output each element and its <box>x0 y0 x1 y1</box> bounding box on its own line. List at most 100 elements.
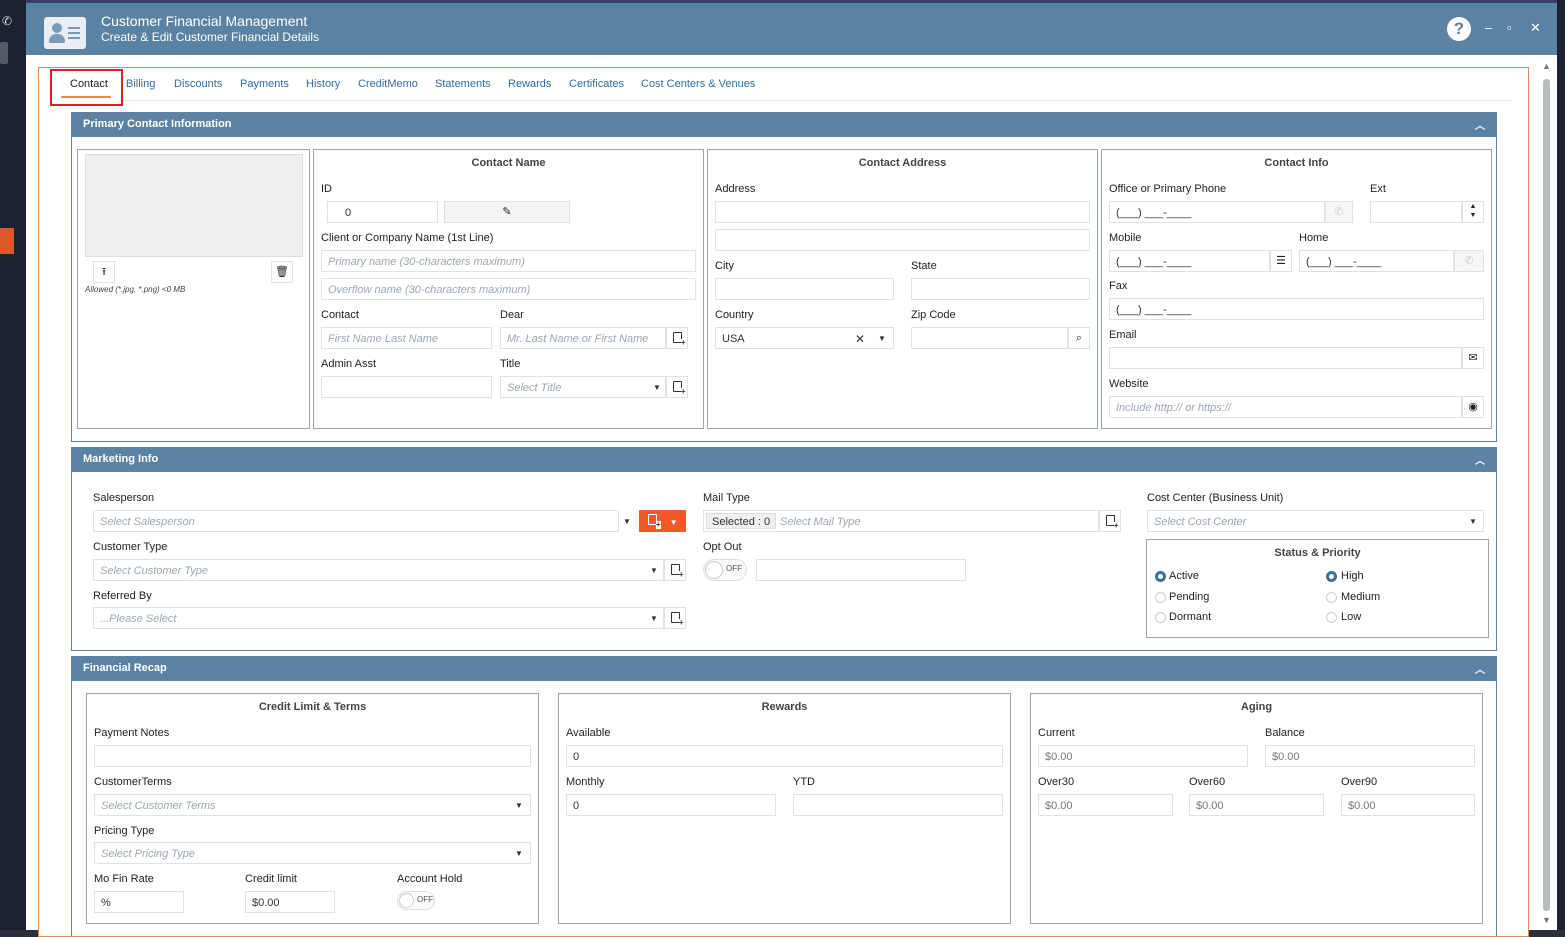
photo-placeholder[interactable] <box>85 154 303 257</box>
customer-terms-select[interactable]: Select Customer Terms <box>94 794 531 816</box>
tab-history[interactable]: History <box>306 78 340 90</box>
tab-certificates[interactable]: Certificates <box>569 78 624 90</box>
home-input[interactable]: (___) ___-____ <box>1299 250 1454 272</box>
scrollbar-thumb[interactable] <box>1543 79 1550 911</box>
over30-label: Over30 <box>1038 776 1075 788</box>
website-input[interactable]: Include http:// or https:// <box>1109 396 1462 418</box>
ytd-input[interactable] <box>793 794 1003 816</box>
collapse-icon[interactable]: ︿ <box>1475 661 1485 676</box>
available-input[interactable]: 0 <box>566 745 1003 767</box>
clear-icon[interactable]: ✕ <box>855 332 865 346</box>
over90-input[interactable]: $0.00 <box>1341 794 1475 816</box>
collapse-icon[interactable]: ︿ <box>1475 452 1485 467</box>
current-input[interactable]: $0.00 <box>1038 745 1248 767</box>
mobile-sms-button[interactable]: ☰ <box>1270 250 1292 272</box>
customer-type-select[interactable]: Select Customer Type <box>93 559 664 581</box>
monthly-input[interactable]: 0 <box>566 794 776 816</box>
phone-input[interactable]: (___) ___-____ <box>1109 201 1325 223</box>
add-document-icon <box>1105 515 1119 530</box>
chevron-down-icon[interactable]: ▼ <box>650 614 658 623</box>
close-button[interactable]: ✕ <box>1530 20 1541 36</box>
zip-input[interactable] <box>911 327 1068 349</box>
zip-search-button[interactable]: ⌕ <box>1068 327 1090 349</box>
status-dormant-radio[interactable] <box>1155 612 1166 623</box>
email-input[interactable] <box>1109 347 1462 369</box>
pricing-type-select[interactable]: Select Pricing Type <box>94 842 531 864</box>
mail-type-select[interactable]: Selected : 0 Select Mail Type <box>703 510 1099 532</box>
minimize-button[interactable]: – <box>1485 20 1492 35</box>
primary-contact-header[interactable]: Primary Contact Information ︿ <box>71 112 1497 137</box>
status-active-radio[interactable] <box>1155 571 1166 582</box>
chevron-down-icon[interactable]: ▼ <box>878 334 886 343</box>
customer-type-add-button[interactable] <box>664 559 686 581</box>
salesperson-add-button[interactable]: ▼ <box>639 510 686 532</box>
financial-recap-header[interactable]: Financial Recap ︿ <box>71 656 1497 681</box>
tab-billing[interactable]: Billing <box>126 78 155 90</box>
marketing-info-header[interactable]: Marketing Info ︿ <box>71 447 1497 472</box>
dear-input[interactable]: Mr. Last Name or First Name <box>500 327 666 349</box>
opt-out-toggle[interactable]: OFF <box>703 559 747 581</box>
send-email-button[interactable]: ✉ <box>1462 347 1484 369</box>
address-line1-input[interactable] <box>715 201 1090 223</box>
state-input[interactable] <box>911 278 1090 300</box>
ext-stepper[interactable]: ▲ ▼ <box>1462 201 1484 223</box>
salesperson-select[interactable]: Select Salesperson <box>93 510 619 532</box>
title-select[interactable]: Select Title <box>500 376 666 398</box>
priority-medium-radio[interactable] <box>1326 592 1337 603</box>
tab-statements[interactable]: Statements <box>435 78 491 90</box>
over30-input[interactable]: $0.00 <box>1038 794 1173 816</box>
fax-input[interactable]: (___) ___-____ <box>1109 298 1484 320</box>
edit-id-button[interactable]: ✎ <box>444 201 570 223</box>
address-line2-input[interactable] <box>715 229 1090 251</box>
maximize-button[interactable]: ▫ <box>1507 20 1512 35</box>
balance-input[interactable]: $0.00 <box>1265 745 1475 767</box>
priority-high-radio[interactable] <box>1326 571 1337 582</box>
collapse-icon[interactable]: ︿ <box>1475 117 1485 132</box>
chevron-down-icon[interactable]: ▼ <box>1469 517 1477 526</box>
tab-creditmemo[interactable]: CreditMemo <box>358 78 418 90</box>
home-call-button[interactable]: ✆ <box>1454 250 1484 272</box>
mo-fin-rate-input[interactable]: % <box>94 891 184 913</box>
scrollbar[interactable]: ▲ ▼ <box>1541 61 1553 927</box>
mail-type-add-button[interactable] <box>1099 510 1121 532</box>
chevron-down-icon[interactable]: ▼ <box>670 518 678 527</box>
priority-low-radio[interactable] <box>1326 612 1337 623</box>
overflow-name-input[interactable]: Overflow name (30-characters maximum) <box>321 278 696 300</box>
account-hold-toggle[interactable]: OFF <box>397 891 435 910</box>
cost-center-select[interactable]: Select Cost Center <box>1147 510 1484 532</box>
tab-cost-centers-venues[interactable]: Cost Centers & Venues <box>641 78 755 90</box>
dear-add-button[interactable] <box>666 327 688 349</box>
city-input[interactable] <box>715 278 894 300</box>
chevron-down-icon[interactable]: ▼ <box>515 849 523 858</box>
tab-payments[interactable]: Payments <box>240 78 289 90</box>
country-select[interactable]: USA <box>715 327 894 349</box>
referred-by-select[interactable]: ...Please Select <box>93 607 664 629</box>
credit-limit-input[interactable]: $0.00 <box>245 891 335 913</box>
ext-input[interactable] <box>1370 201 1462 223</box>
title-add-button[interactable] <box>666 376 688 398</box>
help-icon[interactable]: ? <box>1447 17 1471 41</box>
chevron-down-icon[interactable]: ▼ <box>623 517 631 526</box>
payment-notes-input[interactable] <box>94 745 531 767</box>
status-pending-radio[interactable] <box>1155 592 1166 603</box>
primary-name-input[interactable]: Primary name (30-characters maximum) <box>321 250 696 272</box>
id-field[interactable]: 0 <box>327 201 438 223</box>
opt-out-note-input[interactable] <box>756 559 966 581</box>
contact-input[interactable]: First Name Last Name <box>321 327 492 349</box>
upload-photo-button[interactable]: ⭱ <box>93 261 115 283</box>
scroll-up-icon[interactable]: ▲ <box>1542 61 1551 71</box>
over60-input[interactable]: $0.00 <box>1189 794 1324 816</box>
scroll-down-icon[interactable]: ▼ <box>1542 915 1551 925</box>
chevron-down-icon[interactable]: ▼ <box>515 801 523 810</box>
mobile-input[interactable]: (___) ___-____ <box>1109 250 1270 272</box>
phone-call-button[interactable]: ✆ <box>1325 201 1353 223</box>
chevron-down-icon[interactable]: ▼ <box>650 566 658 575</box>
referred-by-add-button[interactable] <box>664 607 686 629</box>
open-website-button[interactable]: ◉ <box>1462 396 1484 418</box>
admin-asst-input[interactable] <box>321 376 492 398</box>
tab-contact[interactable]: Contact <box>70 78 108 90</box>
tab-rewards[interactable]: Rewards <box>508 78 551 90</box>
delete-photo-button[interactable]: 🗑 <box>271 261 293 283</box>
chevron-down-icon[interactable]: ▼ <box>653 383 661 392</box>
tab-discounts[interactable]: Discounts <box>174 78 222 90</box>
